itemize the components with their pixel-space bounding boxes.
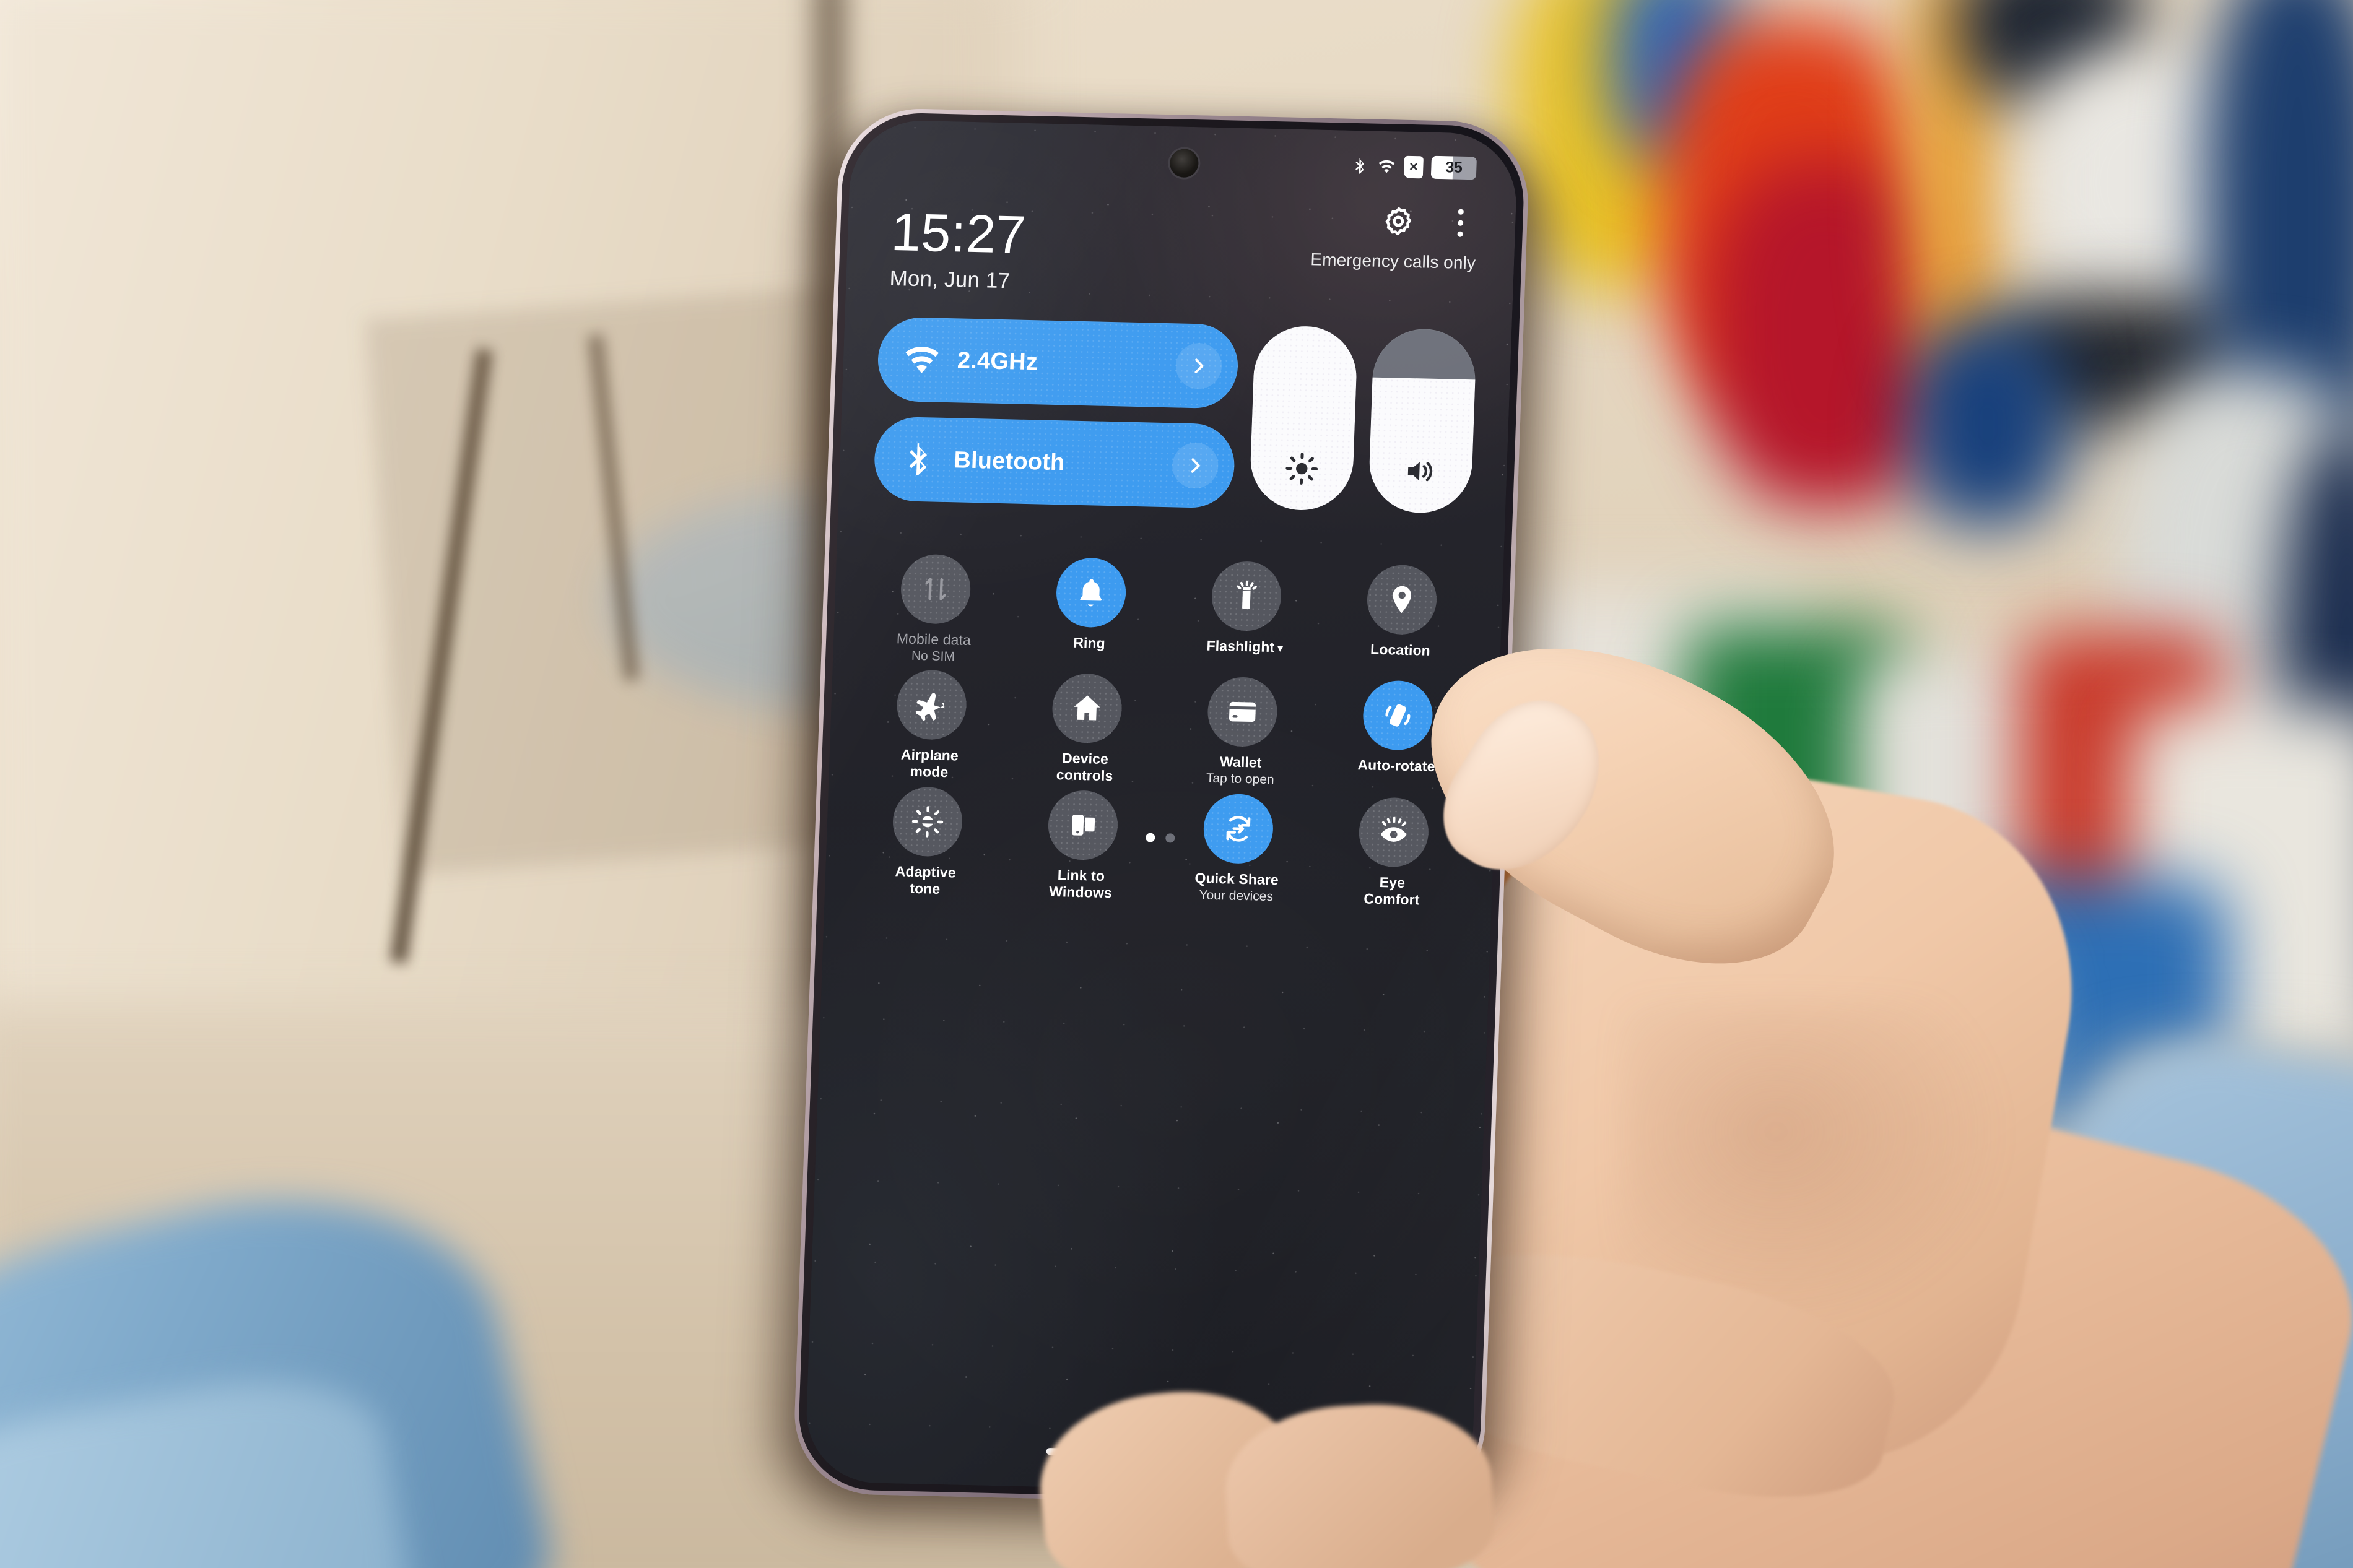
quick-toggle-wallet[interactable]: Wallet Tap to open — [1162, 675, 1321, 789]
carrier-status-label: Emergency calls only — [1310, 249, 1476, 273]
toggle-label: Airplane mode — [900, 746, 959, 781]
toggle-circle[interactable] — [1046, 789, 1119, 860]
photo-scene: × 35 15:27 Mon, Jun 17 Emergency calls o… — [0, 0, 2353, 1568]
volume-slider-fill — [1367, 377, 1476, 514]
link-windows-icon — [1071, 814, 1095, 836]
menu-dot — [1456, 231, 1463, 237]
quick-toggle-ring[interactable]: Ring — [1011, 557, 1170, 670]
wifi-icon — [1377, 155, 1396, 177]
front-camera — [1169, 149, 1199, 178]
status-bar: × 35 — [1350, 154, 1477, 180]
quick-share-icon — [1226, 815, 1251, 842]
toggle-circle[interactable] — [1366, 564, 1438, 635]
brightness-icon — [1284, 451, 1319, 485]
gear-icon[interactable] — [1381, 204, 1416, 238]
quick-toggle-quick-share[interactable]: Quick Share Your devices — [1158, 792, 1317, 906]
bluetooth-icon — [898, 440, 938, 479]
quick-toggle-device-controls[interactable]: Device controls — [1007, 672, 1166, 786]
toggle-circle[interactable] — [1358, 796, 1430, 868]
location-pin-icon — [1393, 586, 1412, 613]
toggle-label: Wallet — [1219, 753, 1262, 771]
auto-rotate-icon — [1385, 704, 1411, 727]
volume-slider[interactable] — [1367, 327, 1477, 514]
three-dot-menu-icon[interactable] — [1443, 206, 1477, 240]
toggle-label: Device controls — [1056, 750, 1113, 784]
wifi-icon — [902, 340, 942, 379]
toggle-label: Eye Comfort — [1363, 873, 1420, 908]
flashlight-icon — [1237, 580, 1257, 610]
toggle-sublabel: No SIM — [911, 648, 955, 664]
toggle-label: Ring — [1072, 634, 1106, 651]
connectivity-and-sliders: 2.4GHz Bluetooth — [873, 316, 1477, 514]
wifi-tile[interactable]: 2.4GHz — [876, 316, 1240, 409]
clock-block: 15:27 Mon, Jun 17 — [884, 189, 1027, 294]
connectivity-tiles: 2.4GHz Bluetooth — [873, 316, 1240, 509]
no-sim-icon: × — [1403, 155, 1424, 178]
bluetooth-tile[interactable]: Bluetooth — [873, 416, 1236, 509]
bell-icon — [1080, 579, 1102, 607]
panel-header: 15:27 Mon, Jun 17 Emergency calls only — [846, 188, 1516, 305]
adaptive-tone-icon — [911, 805, 943, 838]
toggle-label: Adaptive tone — [895, 862, 957, 897]
bluetooth-tile-label: Bluetooth — [953, 446, 1066, 475]
toggle-sublabel: Your devices — [1199, 888, 1274, 904]
chevron-right-icon[interactable] — [1175, 342, 1223, 390]
volume-icon — [1403, 454, 1438, 488]
data-transfer-icon — [925, 578, 946, 600]
home-icon — [1074, 695, 1100, 721]
current-time: 15:27 — [890, 202, 1027, 265]
phone-screen[interactable]: × 35 15:27 Mon, Jun 17 Emergency calls o… — [804, 119, 1519, 1497]
toggle-circle[interactable] — [891, 786, 963, 857]
toggle-label: Auto-rotate — [1357, 756, 1435, 775]
chevron-right-icon[interactable] — [1172, 442, 1219, 489]
brightness-slider[interactable] — [1248, 325, 1359, 511]
toggle-circle[interactable] — [1051, 673, 1123, 744]
quick-toggle-flashlight[interactable]: Flashlight ▾ — [1166, 560, 1325, 673]
toggle-circle[interactable] — [899, 553, 972, 625]
airplane-icon — [915, 693, 944, 721]
battery-icon: 35 — [1430, 155, 1477, 180]
quick-toggle-link-to-windows[interactable]: Link to Windows — [1003, 789, 1162, 903]
toggle-sublabel: Tap to open — [1206, 771, 1275, 787]
chevron-down-icon[interactable]: ▾ — [1277, 642, 1283, 654]
page-dot-1[interactable] — [1146, 833, 1155, 842]
toggle-circle[interactable] — [1211, 560, 1283, 632]
toggle-label: Link to Windows — [1048, 866, 1113, 901]
toggle-circle[interactable] — [1362, 680, 1434, 752]
current-date: Mon, Jun 17 — [889, 266, 1011, 293]
bluetooth-icon — [1350, 155, 1370, 176]
quick-toggle-adaptive-tone[interactable]: Adaptive tone — [847, 785, 1006, 899]
eye-comfort-icon — [1381, 816, 1407, 842]
toggle-circle[interactable] — [1055, 557, 1127, 628]
quick-toggle-mobile-data[interactable]: Mobile data No SIM — [855, 553, 1014, 666]
toggle-label: Flashlight ▾ — [1206, 637, 1284, 656]
quick-toggle-location[interactable]: Location — [1322, 563, 1481, 677]
quick-settings-grid: Mobile data No SIM Ring Flashlight ▾ Loc… — [847, 553, 1481, 909]
menu-dot — [1457, 220, 1463, 226]
background-color-block — [1907, 322, 2068, 526]
battery-percent-label: 35 — [1445, 158, 1463, 176]
toggle-circle[interactable] — [1206, 676, 1279, 748]
toggle-label: Quick Share — [1194, 869, 1279, 888]
toggle-label: Location — [1370, 641, 1431, 659]
toggle-circle[interactable] — [1203, 793, 1274, 864]
wallet-icon — [1229, 702, 1256, 722]
smartphone: × 35 15:27 Mon, Jun 17 Emergency calls o… — [765, 107, 1557, 1536]
toggle-circle[interactable] — [895, 669, 968, 741]
wifi-tile-label: 2.4GHz — [957, 347, 1038, 375]
page-dot-2[interactable] — [1165, 833, 1175, 843]
quick-toggle-airplane-mode[interactable]: Airplane mode — [851, 669, 1010, 782]
toggle-label: Mobile data — [896, 630, 972, 648]
menu-dot — [1458, 209, 1464, 215]
